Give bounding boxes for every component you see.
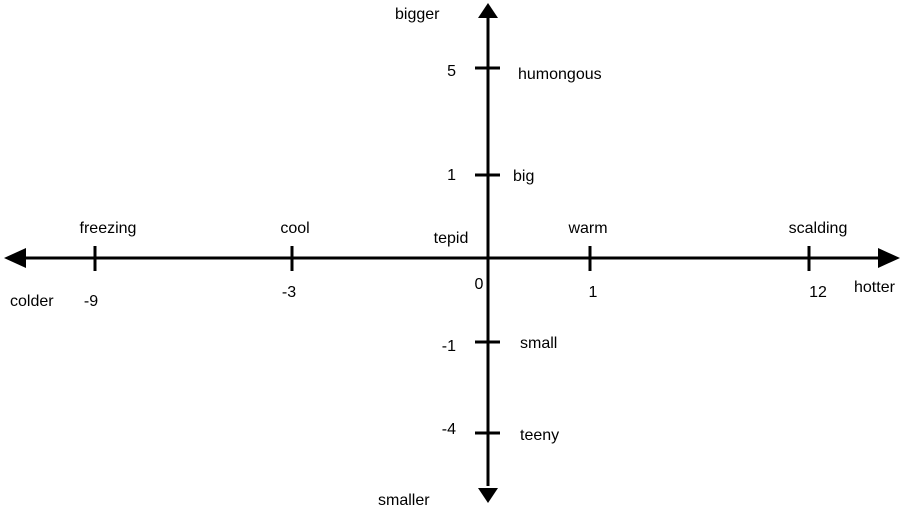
h-num-4: 12 <box>809 284 827 301</box>
v-num-4: -4 <box>442 421 456 438</box>
h-word-3: warm <box>567 220 607 237</box>
left-arrowhead <box>4 248 26 268</box>
smaller-label: smaller <box>378 492 430 507</box>
tepid-label: tepid <box>434 230 469 247</box>
colder-label: colder <box>10 293 54 310</box>
v-word-4: teeny <box>520 427 559 444</box>
axes-diagram: colder hotter bigger smaller freezing co… <box>4 3 900 507</box>
hotter-label: hotter <box>854 279 896 296</box>
h-num-3: 1 <box>589 284 598 301</box>
bigger-label: bigger <box>395 6 440 23</box>
top-arrowhead <box>478 3 498 18</box>
right-arrowhead <box>878 248 900 268</box>
v-word-3: small <box>520 335 557 352</box>
v-word-1: humongous <box>518 66 602 83</box>
v-word-2: big <box>513 168 534 185</box>
diagram-canvas: colder hotter bigger smaller freezing co… <box>0 0 902 507</box>
v-num-2: 1 <box>447 167 456 184</box>
bottom-arrowhead <box>478 488 498 503</box>
h-word-2: cool <box>280 220 309 237</box>
origin-number: 0 <box>475 276 484 293</box>
v-num-3: -1 <box>442 338 456 355</box>
h-num-1: -9 <box>84 293 98 310</box>
h-word-1: freezing <box>80 220 137 237</box>
v-num-1: 5 <box>447 63 456 80</box>
h-word-4: scalding <box>789 220 848 237</box>
h-num-2: -3 <box>282 284 296 301</box>
